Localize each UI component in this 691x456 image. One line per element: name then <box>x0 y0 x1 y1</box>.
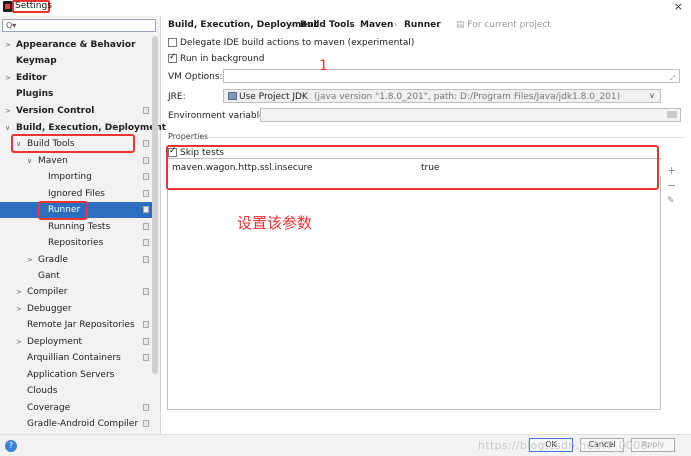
intellij-app-icon <box>3 1 12 12</box>
annotation-note: 设置该参数 <box>237 214 313 232</box>
dialog-footer: ? OK Cancel Apply https://blog.csdn.net/… <box>0 434 691 456</box>
chevron-down-icon[interactable]: ∨ <box>27 153 32 169</box>
project-scope-icon <box>143 321 149 328</box>
vm-options-label: VM Options: <box>168 72 223 82</box>
divider <box>205 137 685 138</box>
edit-icon[interactable]: ✎ <box>667 196 675 206</box>
jre-label: JRE: <box>168 92 186 102</box>
sidebar-item-clouds[interactable]: Clouds <box>0 383 150 399</box>
sidebar-item-remote-jar-repositories[interactable]: Remote Jar Repositories <box>0 317 150 333</box>
chevron-right-icon[interactable]: > <box>5 70 11 86</box>
watermark: https://blog.csdn.net/IT_0008 <box>478 439 648 452</box>
vm-options-input[interactable] <box>223 69 680 83</box>
sidebar-item-plugins[interactable]: Plugins <box>0 86 150 102</box>
breadcrumb-separator: › <box>290 20 294 29</box>
help-icon[interactable]: ? <box>5 440 17 452</box>
title-bar: Settings × <box>0 0 691 14</box>
project-scope-icon <box>143 107 149 114</box>
sidebar-item-application-servers[interactable]: Application Servers <box>0 367 150 383</box>
sidebar-item-compiler[interactable]: > Compiler <box>0 284 150 300</box>
search-icon: Q▾ <box>6 21 17 30</box>
run-in-background-checkbox[interactable] <box>168 52 177 63</box>
sidebar-item-gradle-android-compiler[interactable]: Gradle-Android Compiler <box>0 416 150 432</box>
sidebar-item-arquillian-containers[interactable]: Arquillian Containers <box>0 350 150 366</box>
project-scope-icon <box>143 157 149 164</box>
settings-sidebar: Q▾ > Appearance & Behavior Keymap > Edit… <box>0 16 166 434</box>
breadcrumb-maven: Maven <box>360 20 394 30</box>
project-scope-icon <box>143 173 149 180</box>
add-property-button[interactable]: + <box>667 164 676 177</box>
chevron-right-icon[interactable]: > <box>27 252 33 268</box>
chevron-right-icon[interactable]: > <box>16 301 22 317</box>
sidebar-item-repositories[interactable]: Repositories <box>0 235 150 251</box>
project-scope-icon <box>143 256 149 263</box>
chevron-down-icon[interactable]: ∨ <box>16 136 21 152</box>
environment-variables-label: Environment variables: <box>168 111 273 121</box>
jdk-folder-icon <box>228 92 237 100</box>
jre-select-value: Use Project JDK <box>239 92 308 102</box>
project-scope-icon <box>143 190 149 197</box>
scope-note: ▤ For current project <box>456 20 551 30</box>
annotation-number: 1 <box>319 58 328 74</box>
chevron-right-icon[interactable]: > <box>16 334 22 350</box>
sidebar-item-keymap[interactable]: Keymap <box>0 53 150 69</box>
breadcrumb-runner: Runner <box>404 20 441 30</box>
sidebar-item-importing[interactable]: Importing <box>0 169 150 185</box>
sidebar-item-ignored-files[interactable]: Ignored Files <box>0 186 150 202</box>
window-title: Settings <box>15 1 52 11</box>
breadcrumb-build-tools: Build Tools <box>300 20 355 30</box>
project-scope-icon <box>143 140 149 147</box>
remove-property-button[interactable]: − <box>667 179 676 192</box>
chevron-right-icon[interactable]: > <box>5 37 11 53</box>
delegate-ide-build-label: Delegate IDE build actions to maven (exp… <box>180 38 415 48</box>
sidebar-item-gradle[interactable]: > Gradle <box>0 252 150 268</box>
delegate-ide-build-checkbox[interactable] <box>168 38 177 47</box>
runner-highlight-box <box>38 201 88 220</box>
project-scope-icon <box>143 404 149 411</box>
sidebar-item-running-tests[interactable]: Running Tests <box>0 219 150 235</box>
properties-header: Properties <box>168 132 209 141</box>
sidebar-item-editor[interactable]: > Editor <box>0 70 150 86</box>
expand-icon[interactable]: ⤢ <box>670 74 676 83</box>
project-scope-icon <box>143 420 149 427</box>
chevron-right-icon[interactable]: > <box>5 103 11 119</box>
sidebar-item-coverage[interactable]: Coverage <box>0 400 150 416</box>
sidebar-item-maven[interactable]: ∨ Maven <box>0 153 150 169</box>
properties-highlight-box <box>166 145 659 190</box>
folder-icon[interactable] <box>667 111 677 118</box>
project-scope-icon <box>143 206 149 213</box>
project-scope-icon <box>143 354 149 361</box>
sidebar-item-appearance[interactable]: > Appearance & Behavior <box>0 37 150 53</box>
jre-select-detail: (java version "1.8.0_201", path: D:/Prog… <box>314 92 621 102</box>
sidebar-item-deployment[interactable]: > Deployment <box>0 334 150 350</box>
jre-select[interactable]: Use Project JDK (java version "1.8.0_201… <box>223 89 661 103</box>
chevron-right-icon[interactable]: > <box>16 284 22 300</box>
settings-search-input[interactable]: Q▾ <box>2 19 156 32</box>
project-scope-icon <box>143 338 149 345</box>
properties-table: maven.wagon.http.ssl.insecure true <box>167 158 661 410</box>
chevron-down-icon[interactable]: ∨ <box>5 120 10 136</box>
chevron-down-icon: ∨ <box>649 91 655 100</box>
sidebar-item-debugger[interactable]: > Debugger <box>0 301 150 317</box>
sidebar-item-version-control[interactable]: > Version Control <box>0 103 150 119</box>
project-scope-icon <box>143 288 149 295</box>
run-in-background-label: Run in background <box>180 54 265 64</box>
project-scope-icon <box>143 223 149 230</box>
breadcrumb-build-execution-deployment: Build, Execution, Deployment <box>168 20 319 30</box>
sidebar-item-gant[interactable]: Gant <box>0 268 150 284</box>
sidebar-item-build-tools[interactable]: ∨ Build Tools <box>0 136 150 152</box>
breadcrumb-separator: › <box>394 20 398 29</box>
sidebar-scrollbar[interactable] <box>152 36 158 374</box>
project-scope-icon <box>143 239 149 246</box>
close-icon[interactable]: × <box>674 0 683 13</box>
environment-variables-input[interactable] <box>260 108 681 122</box>
breadcrumb-separator: › <box>350 20 354 29</box>
